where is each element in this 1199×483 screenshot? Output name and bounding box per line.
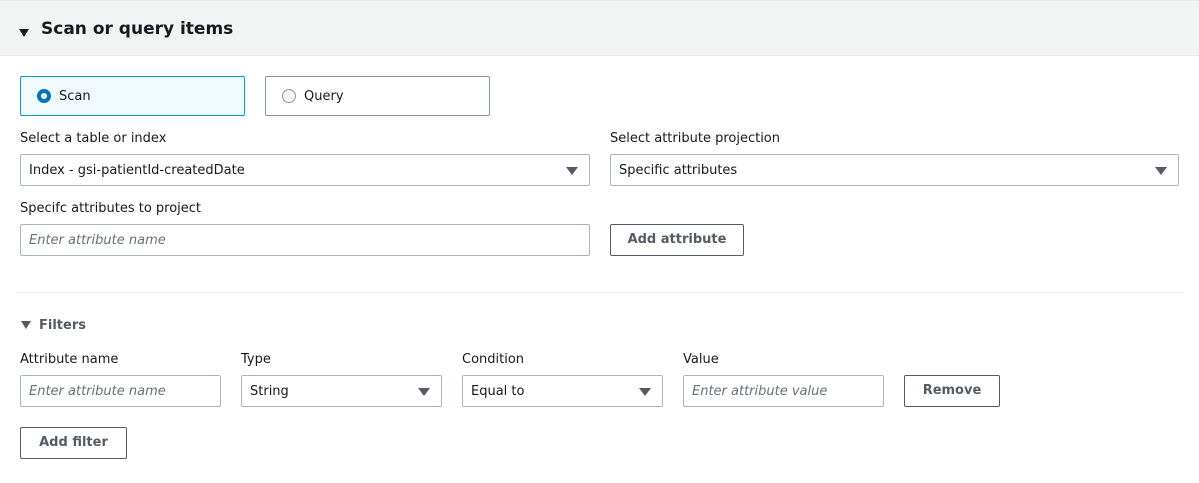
remove-filter-button[interactable]: Remove — [904, 375, 1000, 407]
add-attribute-button[interactable]: Add attribute — [610, 224, 744, 256]
value-label: Value — [683, 352, 719, 367]
scan-radio-tile[interactable]: Scan — [20, 76, 245, 116]
project-attributes-label: Specifc attributes to project — [20, 201, 202, 216]
divider — [16, 292, 1183, 293]
filter-condition-value: Equal to — [471, 384, 525, 399]
filter-type-value: String — [250, 384, 289, 399]
filter-type-select[interactable]: String — [241, 375, 442, 407]
caret-down-icon — [639, 388, 651, 396]
type-label: Type — [241, 352, 271, 367]
condition-label: Condition — [462, 352, 525, 367]
caret-down-icon[interactable] — [19, 29, 29, 37]
radio-unselected-icon[interactable] — [282, 89, 296, 103]
caret-down-icon[interactable] — [21, 321, 31, 329]
projection-select-value: Specific attributes — [619, 163, 738, 178]
attribute-name-label: Attribute name — [20, 352, 119, 367]
section-title: Scan or query items — [41, 19, 234, 39]
filter-condition-select[interactable]: Equal to — [462, 375, 663, 407]
projection-select[interactable]: Specific attributes — [610, 154, 1179, 186]
table-select-value: Index - gsi-patientId-createdDate — [29, 163, 245, 178]
radio-selected-icon[interactable] — [37, 89, 51, 103]
filter-attribute-name-input[interactable] — [20, 375, 221, 407]
caret-down-icon — [1155, 167, 1167, 175]
filter-value-input[interactable] — [683, 375, 884, 407]
section-header[interactable]: Scan or query items — [0, 0, 1199, 56]
projection-select-label: Select attribute projection — [610, 131, 780, 146]
project-attribute-input[interactable] — [20, 224, 590, 256]
scan-label: Scan — [59, 89, 91, 104]
filters-toggle[interactable]: Filters — [39, 317, 86, 335]
table-index-select[interactable]: Index - gsi-patientId-createdDate — [20, 154, 590, 186]
add-filter-button[interactable]: Add filter — [20, 427, 127, 459]
table-select-label: Select a table or index — [20, 131, 167, 146]
query-radio-tile[interactable]: Query — [265, 76, 490, 116]
caret-down-icon — [418, 388, 430, 396]
caret-down-icon — [566, 167, 578, 175]
query-label: Query — [304, 89, 344, 104]
